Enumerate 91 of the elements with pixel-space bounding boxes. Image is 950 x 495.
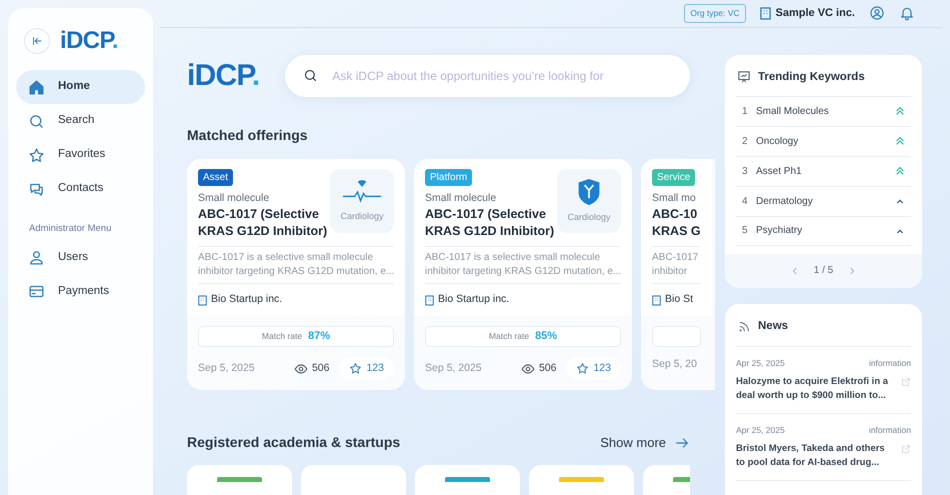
company-name: Bio St	[665, 292, 694, 308]
search-icon	[303, 68, 318, 83]
home-icon	[28, 78, 45, 96]
chevron-up-icon	[895, 226, 905, 235]
view-count: 506	[312, 360, 330, 376]
org-type-badge: Org type: VC	[684, 4, 746, 23]
profile-button[interactable]	[869, 5, 885, 22]
notifications-button[interactable]	[899, 5, 915, 22]
external-link-icon	[901, 444, 911, 454]
section-title: Registered academia & startups	[187, 433, 400, 452]
offering-type: Small molecule	[198, 190, 270, 206]
section-title: Matched offerings	[187, 126, 309, 145]
nav-item[interactable]: Favorites	[16, 138, 145, 172]
keyword-row[interactable]: 1 Small Molecules	[736, 96, 911, 126]
eye-icon	[294, 362, 308, 376]
news-category: information	[868, 424, 911, 436]
collapse-icon	[31, 35, 43, 47]
section-heading: Administrator Menu	[28, 222, 112, 236]
nav-item[interactable]: Search	[16, 104, 145, 138]
chart-board-icon	[738, 71, 750, 84]
building-icon	[425, 294, 434, 306]
card-title: Trending Keywords	[758, 70, 865, 84]
shield-icon	[576, 176, 602, 207]
external-link-icon	[901, 376, 911, 387]
nav-item[interactable]: Payments	[16, 274, 145, 308]
building-icon	[760, 6, 771, 20]
idcp-logo: iDCP.	[187, 60, 260, 90]
startup-card[interactable]	[415, 465, 520, 495]
search-field[interactable]: Ask iDCP about the opportunities you’re looking for	[285, 54, 690, 96]
match-rate-bar: Match rate 87%	[198, 326, 394, 347]
news-date: Apr 25, 2025	[736, 424, 785, 436]
keyword-row[interactable]: 2 Oncology	[736, 126, 911, 156]
search-input[interactable]: Ask iDCP about the opportunities you’re looking for	[332, 66, 672, 84]
star-icon	[28, 146, 45, 164]
offering-type: Small mo	[652, 190, 697, 206]
collapse-button[interactable]	[24, 28, 50, 54]
idcp-logo: iDCP.	[60, 29, 118, 53]
nav-item[interactable]: Home	[16, 70, 145, 104]
offering-title: ABC-10 KRAS G	[652, 206, 701, 240]
chevron-up-icon	[895, 197, 905, 206]
category-tag: Platform	[425, 168, 472, 186]
offering-description: ABC-1017 is a selective small molecule inhibitor targeting KRAS G12D mutation, e...	[198, 251, 394, 280]
offering-date: Sep 5, 2025	[198, 360, 255, 376]
news-headline[interactable]: Halozyme to acquire Elektrofi in a deal worth up to $900 million to...	[736, 374, 888, 403]
favorite-button[interactable]: 123	[339, 357, 394, 380]
double-chevron-up-icon	[895, 166, 905, 176]
offering-type: Small molecule	[425, 190, 498, 206]
offering-card[interactable]	[187, 158, 405, 390]
therapeutic-area-badge: Cardiology	[330, 168, 394, 232]
offering-title: ABC-1017 (Selective KRAS G12D Inhibitor)	[425, 206, 554, 240]
offering-card[interactable]	[414, 158, 632, 390]
offering-title: ABC-1017 (Selective KRAS G12D Inhibitor)	[198, 206, 328, 240]
company-name: Bio Startup inc.	[211, 292, 282, 308]
therapeutic-area-badge: Cardiology	[557, 168, 621, 232]
news-date: Apr 25, 2025	[736, 357, 785, 370]
match-rate-bar: Match rate 85%	[425, 326, 621, 347]
keyword-row[interactable]: 4 Dermatology	[736, 186, 911, 216]
startup-card[interactable]	[301, 465, 406, 495]
offering-card[interactable]: Service Small mo ABC-10 KRAS G ABC-1017 inhibitor Bio St Sep 5, 20	[641, 158, 715, 390]
keyword-row[interactable]: 5 Psychiatry	[736, 216, 911, 246]
nav-item[interactable]: Users	[16, 240, 145, 274]
double-chevron-up-icon	[895, 106, 905, 116]
news-headline[interactable]: Bristol Myers, Takeda and others to pool data for AI-based drug...	[736, 442, 885, 470]
startup-card[interactable]	[187, 465, 292, 495]
building-icon	[198, 294, 207, 306]
double-chevron-up-icon	[895, 136, 905, 146]
page-indicator: 1 / 5	[814, 264, 834, 278]
offering-description: ABC-1017 inhibitor	[652, 251, 700, 280]
favorite-button[interactable]: 123	[566, 357, 621, 380]
star-icon	[349, 362, 362, 375]
nav-item[interactable]: Contacts	[16, 172, 145, 206]
startup-card[interactable]	[529, 465, 634, 495]
offering-description: ABC-1017 is a selective small molecule inhibitor targeting KRAS G12D mutation, e...	[425, 251, 621, 280]
eye-icon	[520, 362, 535, 376]
card-title: News	[758, 318, 788, 334]
match-rate-bar	[652, 326, 701, 347]
user-icon	[28, 248, 45, 266]
offering-date: Sep 5, 20	[652, 357, 697, 372]
company-name: Bio Startup inc.	[438, 292, 510, 308]
view-count: 506	[538, 360, 556, 376]
offering-date: Sep 5, 2025	[425, 360, 482, 376]
star-icon	[576, 362, 590, 375]
category-tag: Service	[652, 168, 696, 186]
rss-icon	[739, 320, 750, 332]
search-icon	[28, 112, 45, 130]
keyword-row[interactable]: 3 Asset Ph1	[736, 156, 911, 186]
category-tag: Asset	[198, 168, 234, 186]
show-more-link[interactable]: Show more	[600, 432, 690, 452]
organization-name: Sample VC inc.	[776, 6, 855, 21]
building-icon	[652, 294, 661, 306]
news-category: information	[868, 357, 911, 370]
